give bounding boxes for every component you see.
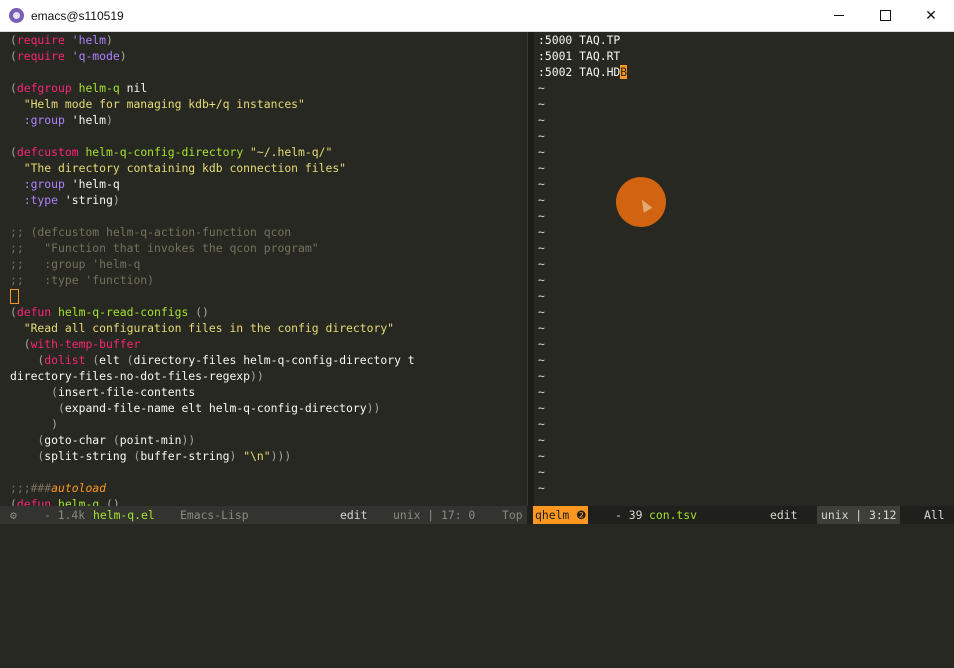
- window-title: emacs@s110519: [31, 9, 124, 23]
- empty-line-tilde: ~: [538, 113, 545, 127]
- code-comment-line: ;; :group 'helm-q: [10, 257, 141, 271]
- buffer-name: helm-q.el: [93, 508, 155, 522]
- code-comment-line: ;; "Function that invokes the qcon progr…: [10, 241, 319, 255]
- empty-line-tilde: ~: [538, 465, 545, 479]
- buffer-size: - 1.4k: [44, 508, 86, 522]
- maximize-icon: [879, 10, 891, 21]
- code-comment-line: ;; (defcustom helm-q-action-function qco…: [10, 225, 292, 239]
- minibuffer[interactable]: [0, 524, 954, 542]
- edit-state: edit: [340, 508, 368, 522]
- code-line: :group 'helm): [23, 113, 113, 127]
- code-line: [0, 288, 527, 304]
- close-icon: ✕: [925, 7, 937, 24]
- maximize-button[interactable]: [862, 0, 908, 31]
- code-editor-pane[interactable]: (require 'helm) (require 'q-mode) (defgr…: [0, 32, 527, 506]
- code-line: (defgroup helm-q nil: [10, 81, 148, 95]
- empty-line-tilde: ~: [538, 433, 545, 447]
- code-line: directory-files-no-dot-files-regexp)): [10, 369, 264, 383]
- coding-position: unix | 17: 0: [393, 508, 476, 522]
- empty-line-tilde: ~: [538, 449, 545, 463]
- mode-line-right: qhelm ❷ - 39 con.tsv edit unix | 3:12 Al…: [527, 506, 954, 524]
- connections-pane[interactable]: :5000 TAQ.TP :5001 TAQ.RT :5002 TAQ.HDB …: [533, 32, 954, 506]
- code-comment-line: ;; :type 'function): [10, 273, 155, 287]
- code-line: (goto-char (point-min)): [37, 433, 196, 447]
- empty-line-tilde: ~: [538, 241, 545, 255]
- helm-badge: qhelm ❷: [533, 506, 589, 524]
- code-line: (with-temp-buffer: [23, 337, 141, 351]
- code-line: (expand-file-name elt helm-q-config-dire…: [58, 401, 381, 415]
- scroll-position: Top: [502, 508, 523, 522]
- empty-line-tilde: ~: [538, 321, 545, 335]
- empty-line-tilde: ~: [538, 417, 545, 431]
- code-line: :type 'string): [23, 193, 120, 207]
- code-line: (insert-file-contents: [51, 385, 196, 399]
- edit-state: edit: [770, 508, 798, 522]
- empty-line-tilde: ~: [538, 193, 545, 207]
- code-line: (dolist (elt (directory-files helm-q-con…: [37, 353, 415, 367]
- code-line: ): [51, 417, 59, 431]
- empty-line-tilde: ~: [538, 97, 545, 111]
- close-button[interactable]: ✕: [908, 0, 954, 31]
- connection-entry[interactable]: :5001 TAQ.RT: [533, 48, 954, 64]
- code-line: "The directory containing kdb connection…: [23, 161, 347, 175]
- code-line: (defcustom helm-q-config-directory "~/.h…: [10, 145, 333, 159]
- code-line: "Helm mode for managing kdb+/q instances…: [23, 97, 305, 111]
- empty-line-tilde: ~: [538, 385, 545, 399]
- code-line: (defun helm-q-read-configs (): [10, 305, 209, 319]
- cursor-arrow-icon: [637, 197, 653, 213]
- empty-line-markers: ~ ~ ~ ~ ~ ~ ~ ~ ~ ~ ~ ~ ~ ~ ~ ~ ~ ~ ~ ~ ~ ~ ~ ~ ~ ~: [533, 80, 954, 496]
- coding-position: unix | 3:12: [817, 506, 901, 524]
- connection-entry[interactable]: :5002 TAQ.HDB: [533, 64, 954, 80]
- empty-line-tilde: ~: [538, 481, 545, 495]
- scroll-position: All: [924, 508, 945, 522]
- empty-line-tilde: ~: [538, 273, 545, 287]
- empty-line-tilde: ~: [538, 81, 545, 95]
- empty-line-tilde: ~: [538, 257, 545, 271]
- code-line: "Read all configuration files in the con…: [23, 321, 395, 335]
- code-line: (require 'q-mode): [10, 49, 127, 63]
- code-line: :group 'helm-q: [23, 177, 120, 191]
- connection-entry[interactable]: :5000 TAQ.TP: [533, 32, 954, 48]
- buffer-size: - 39: [615, 508, 643, 522]
- code-line: ;;;###autoload: [10, 481, 107, 495]
- empty-line-tilde: ~: [538, 161, 545, 175]
- empty-line-tilde: ~: [538, 177, 545, 191]
- emacs-window: emacs@s110519 ✕ (require 'helm) (require…: [0, 0, 954, 542]
- empty-line-tilde: ~: [538, 369, 545, 383]
- text-cursor: [10, 289, 19, 304]
- gear-icon: ⚙: [10, 508, 17, 522]
- emacs-icon: [9, 8, 24, 23]
- empty-line-tilde: ~: [538, 145, 545, 159]
- minimize-icon: [834, 15, 844, 16]
- empty-line-tilde: ~: [538, 129, 545, 143]
- mouse-pointer-highlight: [616, 177, 666, 227]
- empty-line-tilde: ~: [538, 353, 545, 367]
- code-line: (split-string (buffer-string) "\n"))): [37, 449, 292, 463]
- empty-line-tilde: ~: [538, 209, 545, 223]
- empty-line-tilde: ~: [538, 225, 545, 239]
- minimize-button[interactable]: [816, 0, 862, 31]
- major-mode: Emacs-Lisp: [180, 508, 249, 522]
- code-line: (defun helm-q (): [10, 497, 120, 506]
- empty-line-tilde: ~: [538, 401, 545, 415]
- title-bar: emacs@s110519 ✕: [0, 0, 954, 32]
- code-line: (require 'helm): [10, 33, 113, 47]
- empty-line-tilde: ~: [538, 305, 545, 319]
- empty-line-tilde: ~: [538, 337, 545, 351]
- buffer-name: con.tsv: [649, 508, 698, 522]
- mode-line-left: ⚙ - 1.4k helm-q.el Emacs-Lisp edit unix …: [0, 506, 527, 524]
- text-cursor: B: [620, 65, 628, 79]
- empty-line-tilde: ~: [538, 289, 545, 303]
